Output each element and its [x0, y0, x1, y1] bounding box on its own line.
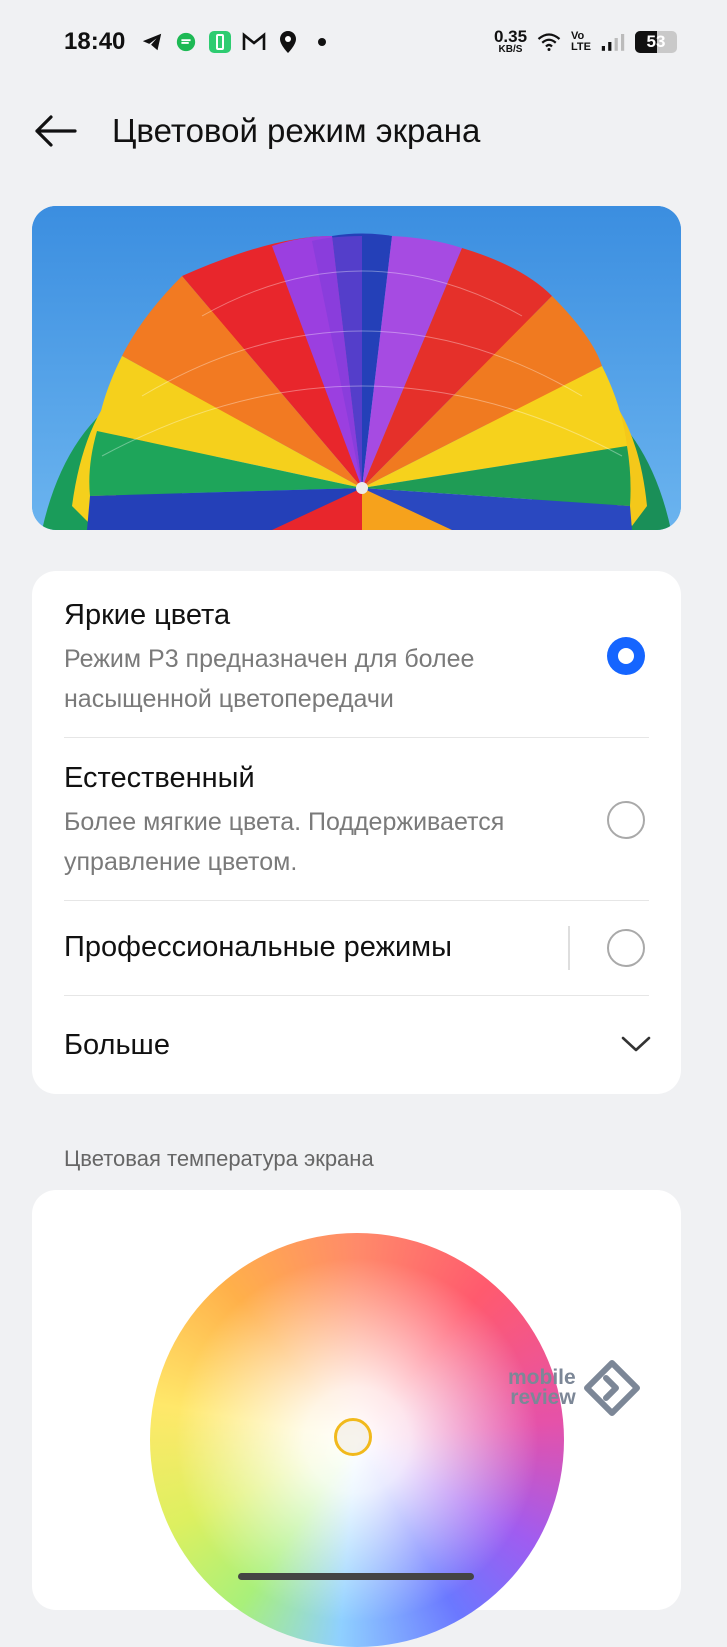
mode-professional[interactable]: Профессиональные режимы: [32, 901, 681, 995]
parachute-image: [32, 206, 681, 530]
color-modes-card: Яркие цвета Режим P3 предназначен для бо…: [32, 571, 681, 1094]
battery-saver-icon: [208, 30, 232, 54]
volte-bottom: LTE: [571, 40, 591, 53]
home-indicator[interactable]: [238, 1573, 474, 1580]
volte-indicator: Vo LTE: [571, 29, 591, 53]
watermark-line2: review: [510, 1386, 576, 1409]
mode-vivid-description: Режим P3 предназначен для более насыщенн…: [64, 645, 475, 713]
color-temperature-card: mobile review: [32, 1190, 681, 1647]
telegram-icon: [140, 30, 164, 54]
radio-natural[interactable]: [607, 801, 645, 839]
mode-natural[interactable]: Естественный Более мягкие цвета. Поддерж…: [32, 738, 681, 900]
dot-icon: [310, 30, 334, 54]
network-speed: 0.35 KB/S: [494, 28, 527, 55]
status-time: 18:40: [64, 28, 126, 55]
gmail-icon: [242, 30, 266, 54]
location-icon: [276, 30, 300, 54]
color-wheel-handle[interactable]: [334, 1418, 372, 1456]
network-speed-value: 0.35: [493, 27, 528, 46]
vertical-divider: [568, 926, 570, 970]
notification-icons: [140, 30, 334, 54]
preview-image: [32, 206, 681, 530]
volte-top: Vo: [571, 29, 585, 42]
signal-icon: [601, 30, 625, 54]
watermark-text: mobile review: [508, 1366, 576, 1409]
mode-vivid-title: Яркие цвета: [64, 599, 231, 631]
battery-level: 53: [646, 31, 666, 51]
chevron-down-icon: [621, 1036, 651, 1052]
system-status: 0.35 KB/S Vo LTE 53: [494, 28, 677, 55]
color-temperature-label: Цветовая температура экрана: [64, 1146, 374, 1171]
radio-professional[interactable]: [607, 929, 645, 967]
battery-icon: 53: [635, 30, 677, 53]
mode-natural-description: Более мягкие цвета. Поддерживается управ…: [64, 808, 505, 876]
watermark-line1: mobile: [508, 1366, 576, 1389]
wifi-icon: [537, 30, 561, 54]
mode-natural-title: Естественный: [64, 762, 255, 794]
mobile-review-logo-icon: [583, 1360, 640, 1416]
mode-professional-title: Профессиональные режимы: [64, 931, 452, 963]
status-bar: 18:40 0.35 KB/S Vo LTE 53: [0, 0, 727, 90]
more-row[interactable]: Больше: [32, 996, 681, 1094]
more-label: Больше: [64, 1029, 170, 1061]
arrow-left-icon: [35, 115, 77, 147]
mode-vivid[interactable]: Яркие цвета Режим P3 предназначен для бо…: [32, 571, 681, 737]
network-speed-unit: KB/S: [498, 44, 523, 55]
messenger-icon: [174, 30, 198, 54]
page-title: Цветовой режим экрана: [112, 112, 481, 149]
watermark: mobile review: [508, 1360, 640, 1416]
back-button[interactable]: [30, 110, 80, 152]
radio-vivid-selected[interactable]: [607, 637, 645, 675]
